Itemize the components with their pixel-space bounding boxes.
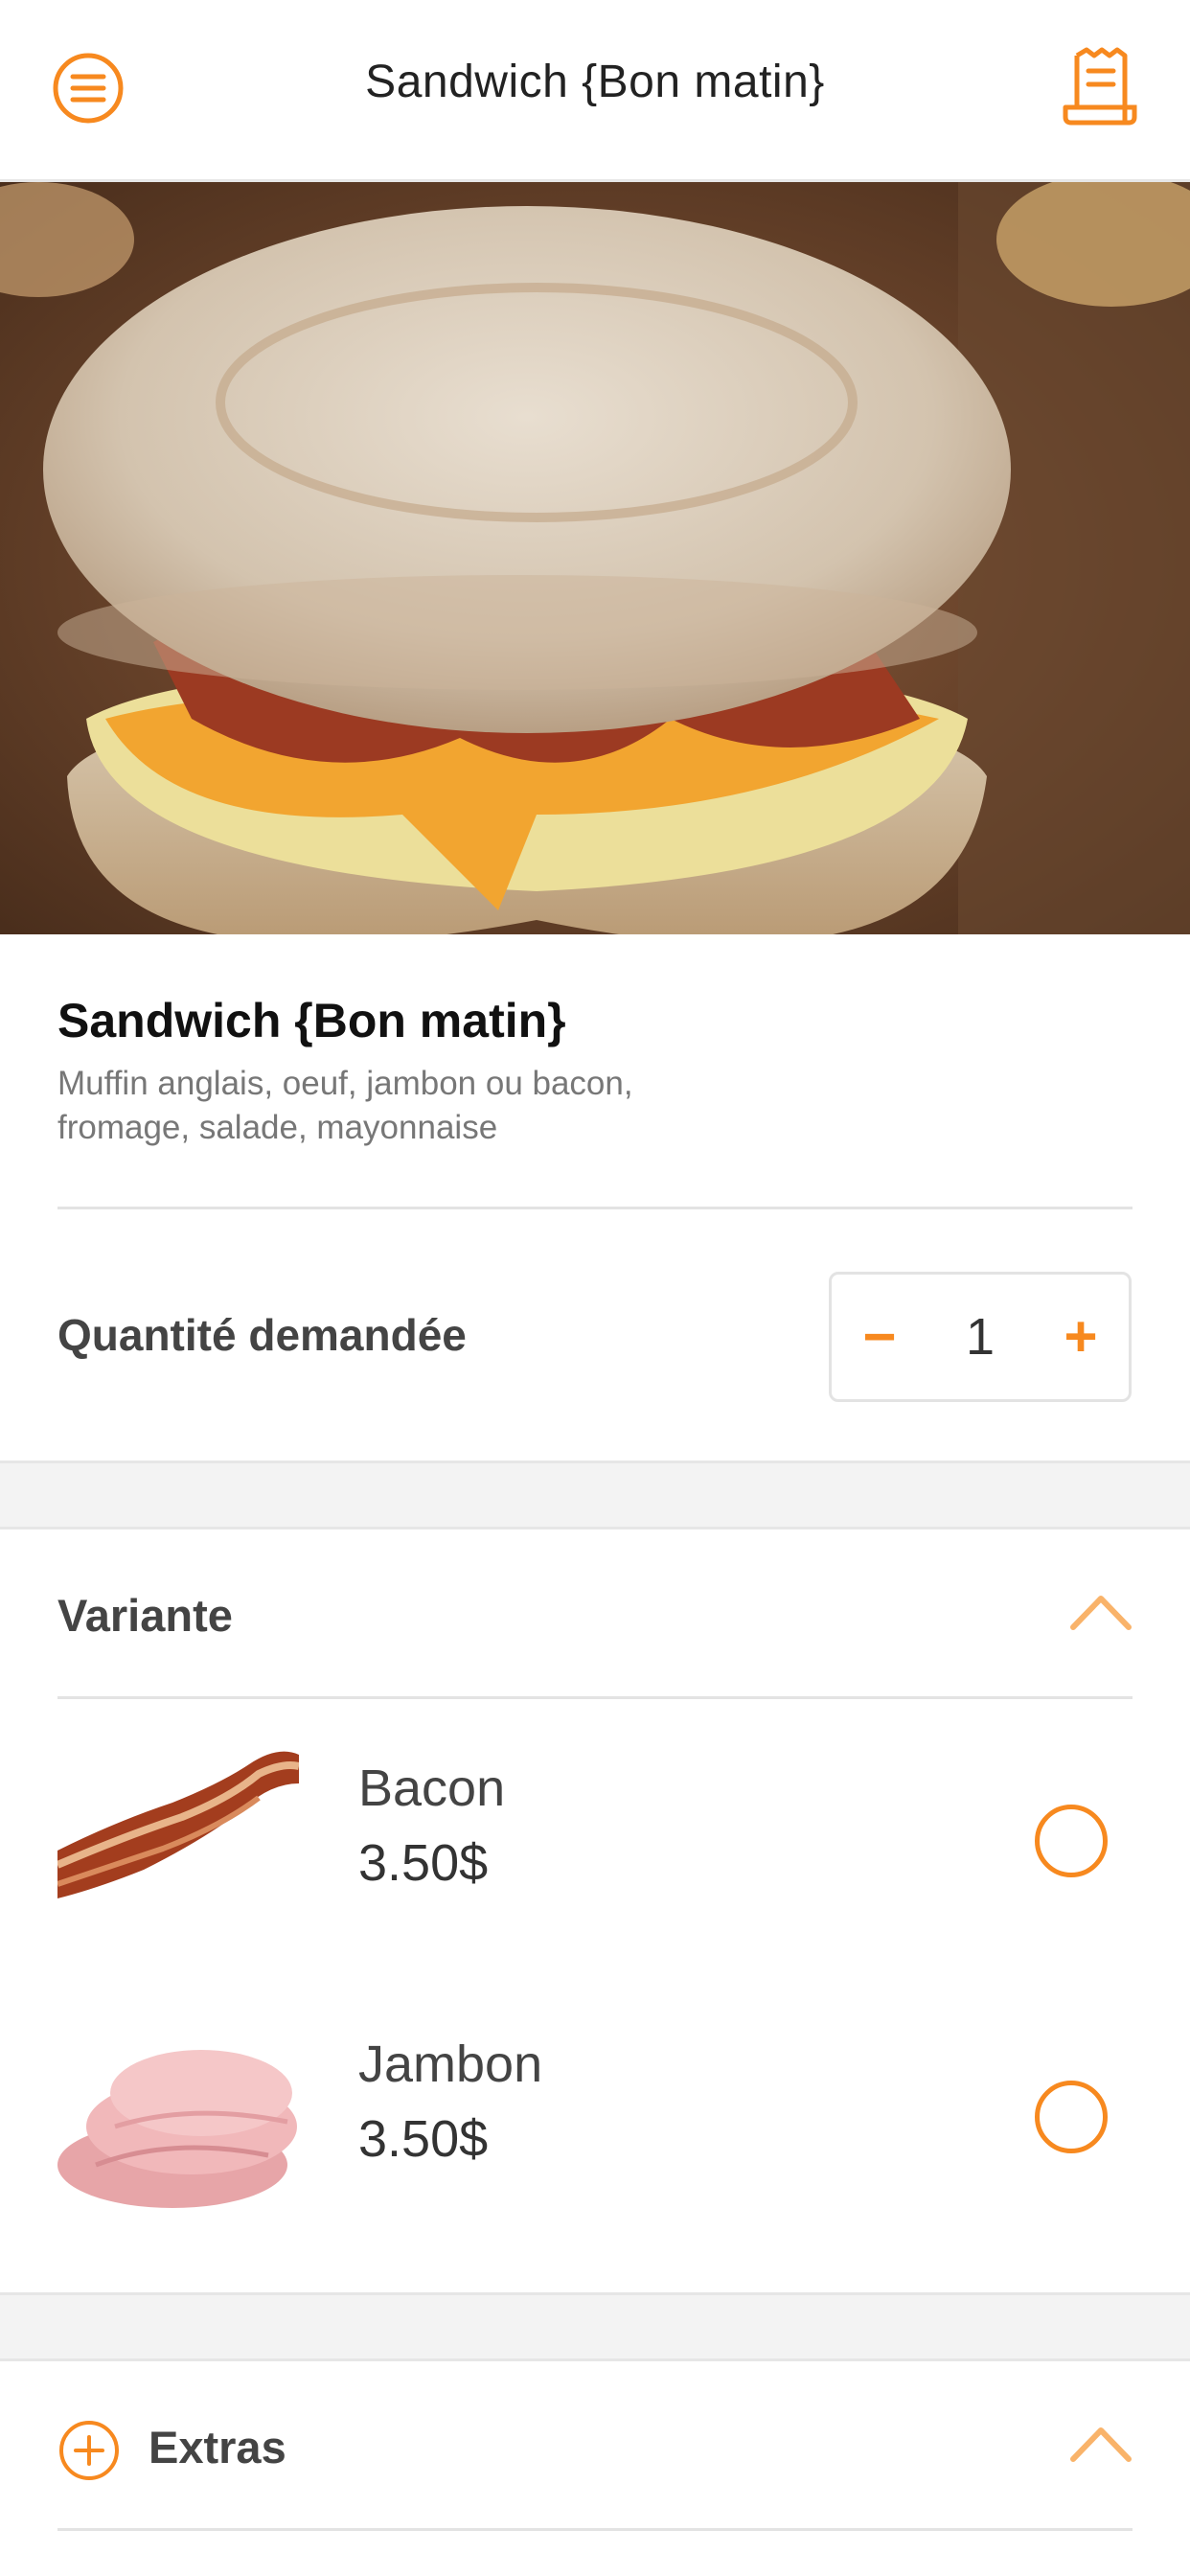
app-header: Sandwich {Bon matin} — [0, 0, 1190, 182]
extras-section-header[interactable]: Extras — [0, 2361, 1190, 2530]
page-title: Sandwich {Bon matin} — [365, 57, 825, 107]
receipt-icon[interactable] — [1058, 46, 1142, 130]
quantity-stepper: − 1 + — [829, 1272, 1132, 1402]
chevron-up-icon[interactable] — [1067, 1587, 1134, 1635]
variant-price: 3.50$ — [358, 1834, 489, 1892]
variant-option-jambon[interactable]: Jambon 3.50$ — [0, 1975, 1190, 2251]
quantity-value: 1 — [965, 1308, 995, 1366]
variant-option-bacon[interactable]: Bacon 3.50$ — [0, 1699, 1190, 1975]
product-info: Sandwich {Bon matin} Muffin anglais, oeu… — [57, 993, 1133, 1150]
product-photo — [0, 182, 1190, 934]
increment-button[interactable]: + — [1033, 1275, 1129, 1399]
divider — [57, 2528, 1133, 2531]
variant-section-header[interactable]: Variante — [0, 1530, 1190, 1698]
product-name: Sandwich {Bon matin} — [57, 994, 566, 1047]
section-separator — [0, 1460, 1190, 1530]
add-circle-icon[interactable] — [57, 2419, 121, 2482]
section-separator — [0, 2292, 1190, 2361]
variant-price: 3.50$ — [358, 2110, 489, 2168]
chevron-up-icon[interactable] — [1067, 2419, 1134, 2467]
extras-section-title: Extras — [149, 2422, 286, 2472]
variant-section-title: Variante — [57, 1590, 233, 1641]
variant-name: Jambon — [358, 2036, 543, 2093]
quantity-row: Quantité demandée − 1 + — [0, 1209, 1190, 1463]
bacon-thumbnail — [57, 1726, 299, 1946]
ham-thumbnail — [57, 2002, 299, 2222]
variant-name: Bacon — [358, 1760, 506, 1817]
quantity-label: Quantité demandée — [57, 1310, 467, 1360]
variant-radio[interactable] — [1035, 1805, 1108, 1877]
variant-radio[interactable] — [1035, 2081, 1108, 2153]
product-description: Muffin anglais, oeuf, jambon ou bacon, f… — [57, 1065, 633, 1146]
decrement-button[interactable]: − — [832, 1275, 927, 1399]
